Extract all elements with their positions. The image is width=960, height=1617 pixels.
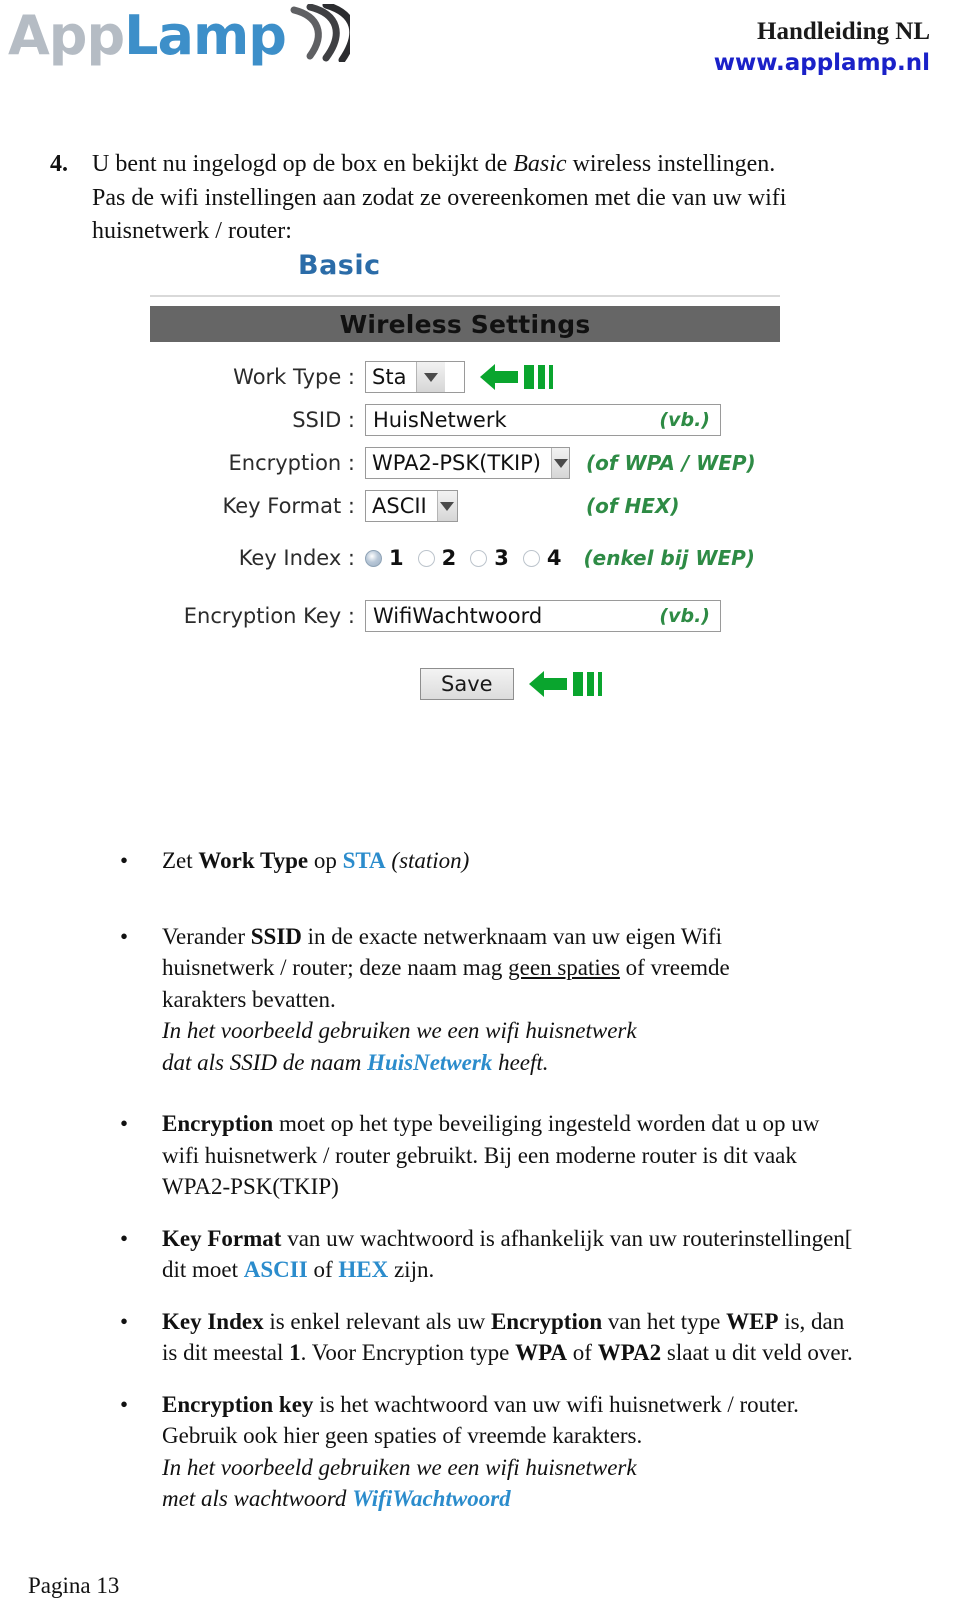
- step-text: U bent nu ingelogd op de box en bekijkt …: [92, 148, 786, 249]
- wifi-waves-icon: [288, 1, 357, 67]
- page-footer: Pagina 13: [28, 1573, 120, 1598]
- header-right-block: Handleiding NL www.applamp.nl: [714, 18, 930, 78]
- router-panel-title: Basic: [298, 250, 381, 281]
- step-line1-a: U bent nu ingelogd op de box en bekijkt …: [92, 151, 514, 177]
- work-type-value: Sta: [372, 365, 407, 389]
- key-index-hint: (enkel bij WEP): [583, 546, 755, 570]
- key-index-label: Key Index :: [238, 546, 355, 570]
- chevron-down-icon[interactable]: [436, 491, 457, 521]
- key-index-label-2: 2: [441, 546, 457, 570]
- ssid-label: SSID :: [292, 408, 355, 432]
- encryption-key-value: WifiWachtwoord: [373, 604, 543, 628]
- marker-bars: [520, 365, 553, 389]
- website-url[interactable]: www.applamp.nl: [714, 49, 930, 78]
- encryption-select[interactable]: WPA2-PSK(TKIP): [365, 447, 570, 479]
- page-header: AppLamp Handleiding NL www.applamp.nl: [0, 0, 960, 110]
- save-button[interactable]: Save: [420, 668, 514, 700]
- instruction-bullet-list: • Zet Work Type op STA (station) • Veran…: [120, 845, 930, 1535]
- ssid-value: HuisNetwerk: [373, 408, 507, 432]
- radio-icon-2[interactable]: [417, 549, 435, 567]
- bullet-text: Verander SSID in de exacte netwerknaam v…: [162, 923, 730, 1075]
- encryption-key-label: Encryption Key :: [183, 604, 355, 628]
- step-line1-emphasis: Basic: [513, 151, 567, 177]
- step-line2: Pas de wifi instellingen aan zodat ze ov…: [92, 184, 787, 211]
- step-line3: huisnetwerk / router:: [92, 218, 292, 245]
- field-row-key-format: Key Format : ASCII (of HEX): [150, 489, 780, 523]
- key-index-radio-group[interactable]: 1 2 3 4: [365, 546, 576, 570]
- key-format-select[interactable]: ASCII: [365, 490, 458, 522]
- encryption-value: WPA2-PSK(TKIP): [372, 451, 541, 475]
- key-index-label-4: 4: [546, 546, 562, 570]
- bullet-encryption-key: • Encryption key is het wachtwoord van u…: [120, 1389, 930, 1515]
- bullet-text: Encryption key is het wachtwoord van uw …: [162, 1391, 799, 1512]
- step-line1-b: wireless instellingen.: [566, 151, 776, 177]
- marker-bars: [569, 672, 602, 696]
- bullet-marker: •: [120, 1111, 129, 1136]
- field-row-key-index: Key Index : 1 2 3 4 (enkel bij WEP): [150, 541, 780, 575]
- encryption-key-input[interactable]: WifiWachtwoord (vb.): [365, 600, 721, 632]
- applamp-logo: AppLamp: [8, 1, 357, 67]
- work-type-select[interactable]: Sta: [365, 361, 465, 393]
- key-index-label-1: 1: [389, 546, 404, 570]
- bullet-key-format: • Key Format van uw wachtwoord is afhank…: [120, 1223, 930, 1286]
- key-format-hint: (of HEX): [586, 494, 680, 518]
- bullet-text: Key Format van uw wachtwoord is afhankel…: [162, 1225, 853, 1283]
- save-row: Save: [150, 642, 780, 700]
- key-index-label-3: 3: [494, 546, 509, 570]
- bullet-marker: •: [120, 923, 129, 949]
- encryption-key-hint: (vb.): [659, 605, 710, 627]
- radio-icon-3[interactable]: [470, 549, 488, 567]
- router-config-screenshot: Basic Wireless Settings Work Type : Sta: [150, 250, 780, 700]
- field-row-ssid: SSID : HuisNetwerk (vb.): [150, 403, 780, 437]
- bullet-text: Zet Work Type op STA (station): [162, 848, 470, 873]
- wireless-settings-header: Wireless Settings: [150, 306, 780, 342]
- radio-icon-4[interactable]: [522, 549, 540, 567]
- bullet-text: Encryption moet op het type beveiliging …: [162, 1111, 820, 1199]
- manual-title: Handleiding NL: [757, 18, 930, 45]
- chevron-down-icon[interactable]: [416, 362, 446, 392]
- bullet-ssid: • Verander SSID in de exacte netwerknaam…: [120, 921, 930, 1079]
- key-index-option-4[interactable]: 4: [522, 546, 562, 570]
- bullet-key-index: • Key Index is enkel relevant als uw Enc…: [120, 1306, 930, 1369]
- wireless-settings-form: Work Type : Sta SSID: HuisNetwerk (vb.)…: [150, 342, 780, 700]
- bullet-marker: •: [120, 1225, 129, 1251]
- key-index-option-3[interactable]: 3: [470, 546, 509, 570]
- encryption-hint: (of WPA / WEP): [586, 451, 756, 475]
- bullet-work-type: • Zet Work Type op STA (station): [120, 845, 930, 877]
- key-index-option-1[interactable]: 1: [365, 546, 404, 570]
- logo-app-text: App: [8, 3, 125, 67]
- key-format-value: ASCII: [372, 494, 427, 518]
- ssid-input[interactable]: HuisNetwerk (vb.): [365, 404, 721, 436]
- field-row-encryption-key: Encryption Key : WifiWachtwoord (vb.): [150, 599, 780, 633]
- divider: [150, 295, 780, 297]
- step-4-instruction: 4. U bent nu ingelogd op de box en bekij…: [50, 148, 910, 249]
- logo-lamp-text: Lamp: [124, 3, 287, 67]
- work-type-label: Work Type :: [233, 365, 355, 389]
- green-left-arrow-icon: [479, 362, 553, 392]
- key-index-option-2[interactable]: 2: [417, 546, 457, 570]
- key-format-label: Key Format :: [222, 494, 355, 518]
- bullet-text: Key Index is enkel relevant als uw Encry…: [162, 1308, 853, 1366]
- radio-icon-1[interactable]: [365, 549, 382, 567]
- green-left-arrow-icon: [528, 669, 602, 699]
- chevron-down-icon[interactable]: [551, 448, 569, 478]
- bullet-marker: •: [120, 848, 129, 873]
- bullet-marker: •: [120, 1391, 129, 1417]
- bullet-marker: •: [120, 1308, 129, 1334]
- step-number: 4.: [50, 151, 68, 177]
- field-row-encryption: Encryption : WPA2-PSK(TKIP) (of WPA / WE…: [150, 446, 780, 480]
- ssid-hint: (vb.): [659, 409, 710, 431]
- field-row-work-type: Work Type : Sta: [150, 360, 780, 394]
- encryption-label: Encryption :: [228, 451, 356, 475]
- bullet-encryption: • Encryption moet op het type beveiligin…: [120, 1108, 930, 1203]
